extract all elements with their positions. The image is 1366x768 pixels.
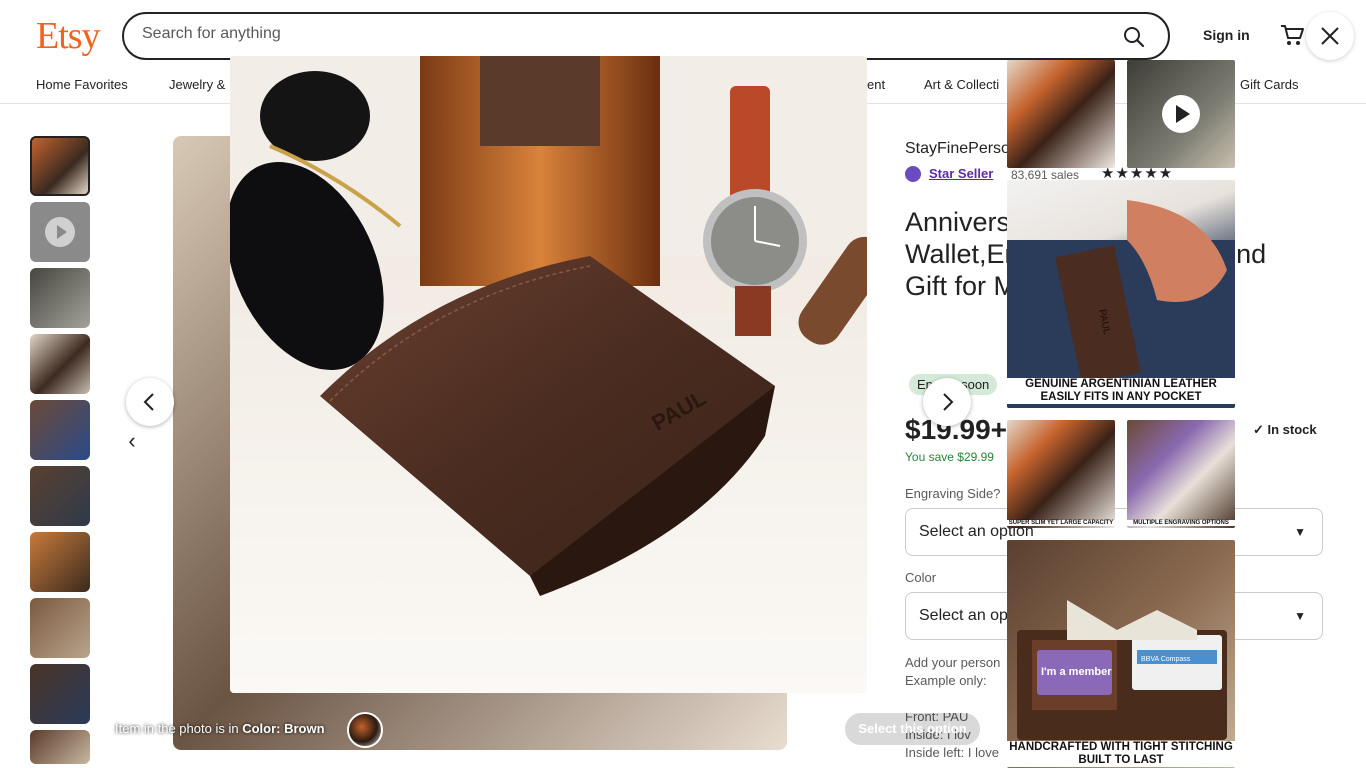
next-photo-button[interactable] [923,378,971,426]
gallery-photo-open-wallet[interactable]: I'm a member BBVA Compass HANDCRAFTED WI… [1007,540,1235,768]
wallet-photo: PAUL [230,56,867,693]
gallery-thumb[interactable]: MULTIPLE ENGRAVING OPTIONS [1127,420,1235,528]
close-button[interactable] [1306,12,1354,60]
gallery-photo-pocket[interactable]: PAUL GENUINE ARGENTINIAN LEATHER EASILY … [1007,180,1235,408]
photo-caption: Item in the photo is in Color: Brown [115,721,325,736]
color-swatch [347,712,383,748]
lightbox-photo: PAUL [230,56,867,693]
chevron-right-icon [943,393,954,411]
pocket-photo: PAUL [1007,200,1235,408]
gallery-caption: HANDCRAFTED WITH TIGHT STITCHING BUILT T… [1007,741,1235,767]
caption-prefix: Item in the photo is in [115,721,243,736]
play-icon [1162,95,1200,133]
close-icon [1321,27,1339,45]
gallery-video-thumb[interactable] [1127,60,1235,168]
card-bank-text: BBVA Compass [1141,656,1191,663]
open-wallet-photo: I'm a member BBVA Compass [1017,600,1227,740]
image-lightbox-overlay: PAUL Item in the photo is in Color: Brow… [0,0,1366,768]
gallery-small-caption: SUPER SLIM YET LARGE CAPACITY [1007,520,1115,526]
select-this-option-button[interactable]: Select this option [843,711,982,747]
chevron-left-icon [143,393,154,411]
page: Etsy Sign in Home Favorites Jewelry & en… [0,0,1366,768]
caption-color: Color: Brown [242,721,325,736]
gallery-caption: GENUINE ARGENTINIAN LEATHER EASILY FITS … [1007,378,1235,404]
gallery-small-caption: MULTIPLE ENGRAVING OPTIONS [1127,520,1235,526]
card-member-text: I'm a member [1041,666,1112,678]
gallery-thumb[interactable]: SUPER SLIM YET LARGE CAPACITY [1007,420,1115,528]
prev-photo-button[interactable] [126,378,174,426]
gallery-thumb[interactable] [1007,60,1115,168]
